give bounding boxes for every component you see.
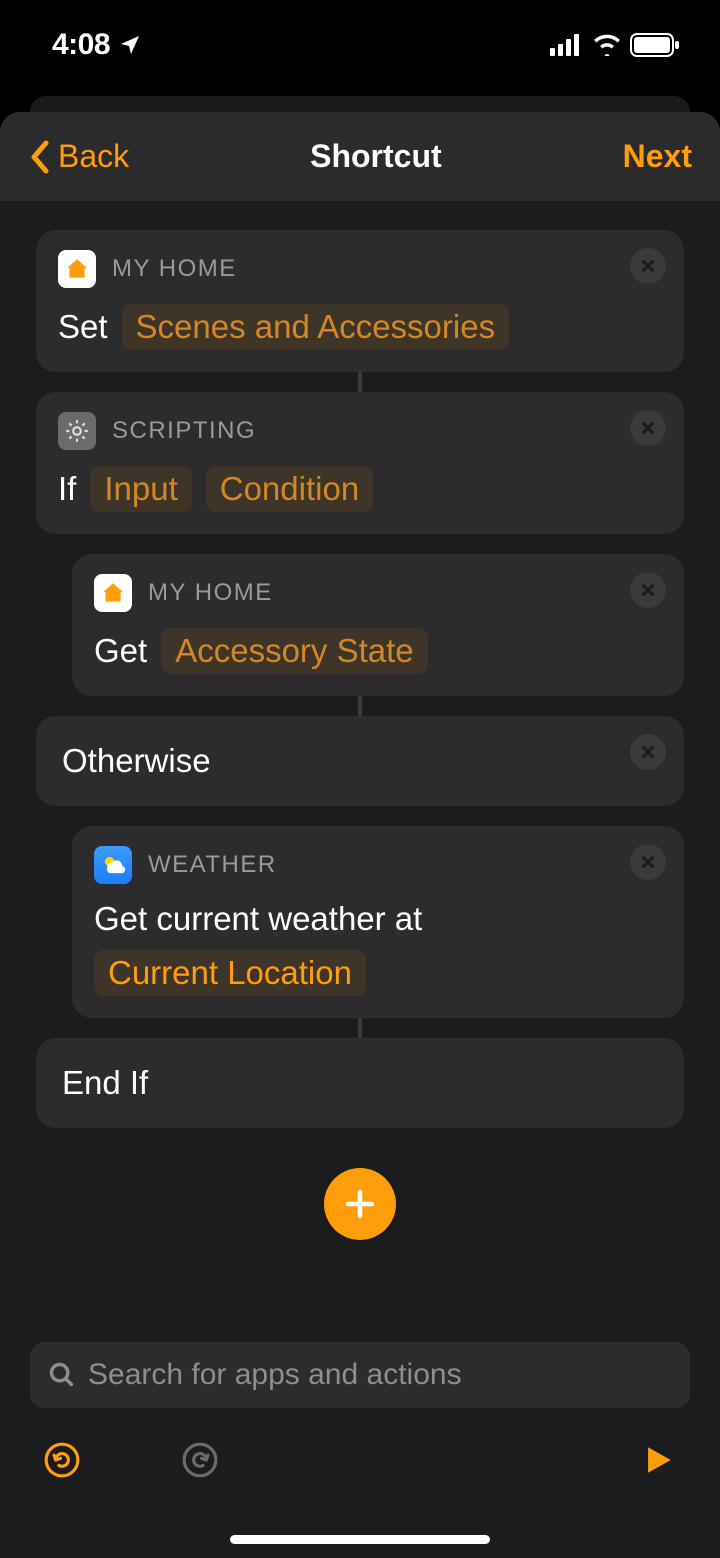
action-body: Get Accessory State <box>94 628 662 674</box>
action-verb: Set <box>58 308 108 346</box>
time-value: 4:08 <box>52 28 110 62</box>
next-button[interactable]: Next <box>623 138 692 175</box>
param-current-location[interactable]: Current Location <box>94 950 366 996</box>
home-app-icon <box>58 250 96 288</box>
action-header: MY HOME <box>94 574 662 612</box>
action-body: If Input Condition <box>58 466 662 512</box>
run-button[interactable] <box>634 1436 682 1484</box>
search-icon <box>48 1361 76 1389</box>
connector <box>358 1018 362 1038</box>
delete-action-button[interactable] <box>630 734 666 770</box>
end-if-label: End If <box>62 1064 148 1102</box>
param-scenes-accessories[interactable]: Scenes and Accessories <box>122 304 510 350</box>
toolbar <box>30 1408 690 1484</box>
back-button[interactable]: Back <box>28 138 129 175</box>
status-bar: 4:08 <box>0 0 720 90</box>
action-verb: If <box>58 470 76 508</box>
location-icon <box>118 33 142 57</box>
delete-action-button[interactable] <box>630 410 666 446</box>
nav-bar: Back Shortcut Next <box>0 112 720 202</box>
redo-icon <box>181 1441 219 1479</box>
close-icon <box>639 257 657 275</box>
plus-icon <box>342 1186 378 1222</box>
close-icon <box>639 743 657 761</box>
delete-action-button[interactable] <box>630 844 666 880</box>
action-end-if[interactable]: End If <box>36 1038 684 1128</box>
delete-action-button[interactable] <box>630 572 666 608</box>
home-app-icon <box>94 574 132 612</box>
status-icons <box>550 33 680 57</box>
connector <box>358 372 362 392</box>
connector <box>358 696 362 716</box>
delete-action-button[interactable] <box>630 248 666 284</box>
search-box[interactable] <box>30 1342 690 1408</box>
param-condition[interactable]: Condition <box>206 466 373 512</box>
close-icon <box>639 419 657 437</box>
add-action-button[interactable] <box>324 1168 396 1240</box>
actions-list: MY HOME Set Scenes and Accessories SCRIP… <box>0 202 720 1516</box>
action-verb: Get current weather at <box>94 900 422 938</box>
action-body: Set Scenes and Accessories <box>58 304 662 350</box>
action-if[interactable]: SCRIPTING If Input Condition <box>36 392 684 534</box>
back-label: Back <box>58 138 129 175</box>
undo-icon <box>43 1441 81 1479</box>
undo-button[interactable] <box>38 1436 86 1484</box>
action-header: WEATHER <box>94 846 662 884</box>
spacer <box>36 806 684 826</box>
spacer <box>36 534 684 554</box>
scripting-app-icon <box>58 412 96 450</box>
status-time: 4:08 <box>52 28 142 62</box>
param-input[interactable]: Input <box>90 466 191 512</box>
action-body: Get current weather at Current Location <box>94 900 662 996</box>
home-indicator[interactable] <box>230 1535 490 1544</box>
param-accessory-state[interactable]: Accessory State <box>161 628 427 674</box>
action-get-weather[interactable]: WEATHER Get current weather at Current L… <box>72 826 684 1018</box>
action-get-accessory-state[interactable]: MY HOME Get Accessory State <box>72 554 684 696</box>
action-set-scenes[interactable]: MY HOME Set Scenes and Accessories <box>36 230 684 372</box>
close-icon <box>639 581 657 599</box>
redo-button[interactable] <box>176 1436 224 1484</box>
action-otherwise[interactable]: Otherwise <box>36 716 684 806</box>
app-name: WEATHER <box>148 851 277 879</box>
content-area: MY HOME Set Scenes and Accessories SCRIP… <box>0 202 720 1558</box>
cellular-icon <box>550 34 584 56</box>
sheet-backdrop <box>0 90 720 112</box>
otherwise-label: Otherwise <box>62 742 211 780</box>
action-verb: Get <box>94 632 147 670</box>
close-icon <box>639 853 657 871</box>
action-header: MY HOME <box>58 250 662 288</box>
chevron-left-icon <box>28 139 50 175</box>
page-title: Shortcut <box>310 138 442 175</box>
search-input[interactable] <box>88 1358 672 1392</box>
app-name: MY HOME <box>112 255 237 283</box>
app-name: MY HOME <box>148 579 273 607</box>
wifi-icon <box>592 34 622 56</box>
weather-app-icon <box>94 846 132 884</box>
bottom-bar <box>0 1320 720 1558</box>
app-name: SCRIPTING <box>112 417 256 445</box>
battery-icon <box>630 33 680 57</box>
action-header: SCRIPTING <box>58 412 662 450</box>
play-icon <box>641 1443 675 1477</box>
